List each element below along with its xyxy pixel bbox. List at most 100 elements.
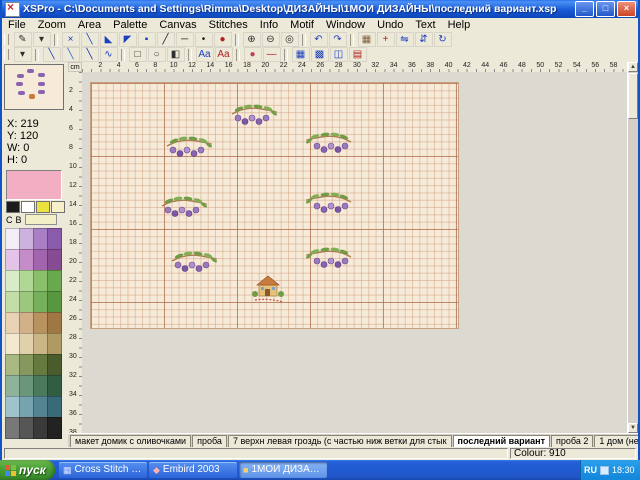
palette-color-swatch[interactable] — [47, 417, 62, 439]
curve-tool[interactable]: ∿ — [100, 47, 118, 62]
motif-olive-branch[interactable] — [171, 250, 217, 281]
palette-color-swatch[interactable] — [33, 291, 48, 313]
menu-item-help[interactable]: Help — [442, 19, 477, 31]
quick-color-swatch[interactable] — [21, 201, 35, 213]
line-thin-tool[interactable]: ╲ — [43, 47, 61, 62]
select-tool[interactable]: ▾ — [14, 47, 32, 62]
motif-olive-branch[interactable] — [166, 135, 212, 166]
quick-color-swatch[interactable] — [51, 201, 65, 213]
palette-color-swatch[interactable] — [47, 354, 62, 376]
close-button[interactable]: × — [617, 1, 636, 17]
palette-color-swatch[interactable] — [5, 333, 20, 355]
taskbar-task-3[interactable]: ■1МОИ ДИЗАЙНЫ — [239, 462, 327, 478]
design-canvas[interactable] — [82, 72, 628, 433]
pattern-repeat-button[interactable]: ▩ — [311, 47, 329, 62]
palette-color-swatch[interactable] — [19, 291, 34, 313]
menu-item-palette[interactable]: Palette — [107, 19, 153, 31]
motif-olive-branch[interactable] — [161, 195, 207, 226]
undo-button[interactable]: ↶ — [310, 32, 328, 47]
zoom-in-button[interactable]: ⊕ — [243, 32, 261, 47]
blend-color-swatch[interactable] — [25, 214, 57, 225]
motif-olive-branch[interactable] — [306, 131, 352, 162]
menu-item-stitches[interactable]: Stitches — [203, 19, 254, 31]
start-button[interactable]: пуск — [0, 460, 55, 480]
palette-color-swatch[interactable] — [19, 333, 34, 355]
motif-library-button[interactable]: ▦ — [292, 47, 310, 62]
fabric-view-button[interactable]: ▤ — [349, 47, 367, 62]
menu-item-area[interactable]: Area — [72, 19, 107, 31]
backstitch-color-button[interactable]: — — [263, 47, 281, 62]
toolbar-grip[interactable] — [4, 49, 9, 60]
palette-color-swatch[interactable] — [47, 249, 62, 271]
text-color-tool[interactable]: Aa — [215, 47, 233, 62]
flip-vertical-button[interactable]: ⇵ — [415, 32, 433, 47]
full-stitch-tool[interactable]: × — [62, 32, 80, 47]
palette-color-swatch[interactable] — [5, 396, 20, 418]
motif-olive-branch[interactable] — [306, 246, 352, 277]
palette-color-swatch[interactable] — [5, 249, 20, 271]
flip-horizontal-button[interactable]: ⇋ — [396, 32, 414, 47]
fill-tool[interactable]: ◧ — [167, 47, 185, 62]
palette-color-swatch[interactable] — [33, 333, 48, 355]
bead-tool[interactable]: ● — [214, 32, 232, 47]
scrollbar-thumb[interactable] — [628, 73, 638, 119]
palette-color-swatch[interactable] — [33, 354, 48, 376]
palette-color-swatch[interactable] — [5, 291, 20, 313]
menu-item-canvas[interactable]: Canvas — [153, 19, 202, 31]
tray-app-icon[interactable] — [600, 466, 609, 475]
scroll-up-button[interactable]: ▲ — [628, 62, 638, 72]
palette-color-swatch[interactable] — [19, 375, 34, 397]
text-tool[interactable]: Aa — [196, 47, 214, 62]
quarter-stitch-tool[interactable]: ◣ — [100, 32, 118, 47]
palette-color-swatch[interactable] — [33, 417, 48, 439]
palette-color-swatch[interactable] — [19, 312, 34, 334]
palette-color-swatch[interactable] — [19, 270, 34, 292]
palette-color-swatch[interactable] — [19, 354, 34, 376]
palette-color-swatch[interactable] — [33, 375, 48, 397]
palette-color-swatch[interactable] — [33, 312, 48, 334]
long-stitch-tool[interactable]: ─ — [176, 32, 194, 47]
palette-color-swatch[interactable] — [47, 270, 62, 292]
grid-toggle-button[interactable]: ▦ — [358, 32, 376, 47]
maximize-button[interactable]: □ — [596, 1, 615, 17]
zoom-out-button[interactable]: ⊖ — [262, 32, 280, 47]
menu-item-info[interactable]: Info — [254, 19, 284, 31]
palette-color-swatch[interactable] — [19, 396, 34, 418]
palette-color-swatch[interactable] — [33, 270, 48, 292]
palette-color-swatch[interactable] — [47, 375, 62, 397]
palette-color-swatch[interactable] — [19, 228, 34, 250]
palette-color-swatch[interactable] — [5, 312, 20, 334]
palette-color-swatch[interactable] — [5, 375, 20, 397]
backstitch-tool[interactable]: ╱ — [157, 32, 175, 47]
pencil-tool[interactable]: ✎ — [14, 32, 32, 47]
language-indicator[interactable]: RU — [584, 465, 597, 475]
french-knot-tool[interactable]: • — [195, 32, 213, 47]
three-quarter-stitch-tool[interactable]: ◤ — [119, 32, 137, 47]
palette-color-swatch[interactable] — [47, 333, 62, 355]
palette-color-swatch[interactable] — [33, 396, 48, 418]
taskbar-task-1[interactable]: ▦Cross Stitch Pro... — [59, 462, 147, 478]
tray-clock[interactable]: 18:30 — [612, 465, 635, 475]
toolbar-grip[interactable] — [4, 34, 9, 45]
palette-color-swatch[interactable] — [33, 228, 48, 250]
palette-color-swatch[interactable] — [5, 417, 20, 439]
minimize-button[interactable]: _ — [575, 1, 594, 17]
palette-color-swatch[interactable] — [5, 228, 20, 250]
rotate-button[interactable]: ↻ — [434, 32, 452, 47]
motif-olive-branch[interactable] — [231, 103, 277, 134]
petite-stitch-tool[interactable]: ▪ — [138, 32, 156, 47]
palette-color-swatch[interactable] — [47, 291, 62, 313]
pencil-dropdown[interactable]: ▾ — [33, 32, 51, 47]
stitch-grid[interactable] — [90, 82, 459, 329]
quick-color-swatch[interactable] — [6, 201, 20, 213]
palette-color-swatch[interactable] — [33, 249, 48, 271]
mirror-copy-button[interactable]: ◫ — [330, 47, 348, 62]
quick-color-swatch[interactable] — [36, 201, 50, 213]
half-stitch-tool[interactable]: ╲ — [81, 32, 99, 47]
ellipse-tool[interactable]: ○ — [148, 47, 166, 62]
taskbar-task-2[interactable]: ◆Embird 2003 — [149, 462, 237, 478]
motif-olive-branch[interactable] — [306, 191, 352, 222]
line-thick-tool[interactable]: ╲ — [81, 47, 99, 62]
palette-color-swatch[interactable] — [47, 312, 62, 334]
current-thread-color-swatch[interactable] — [6, 170, 62, 200]
